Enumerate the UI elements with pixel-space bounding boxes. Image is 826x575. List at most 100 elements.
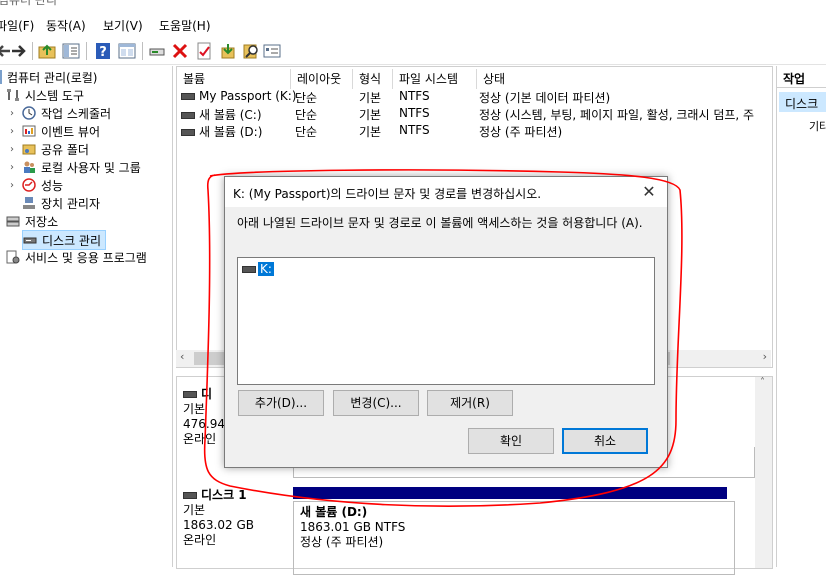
chevron-right-icon[interactable]: ›: [10, 144, 20, 155]
column-header-filesystem[interactable]: 파일 시스템: [393, 69, 477, 89]
cancel-button[interactable]: 취소: [562, 428, 648, 454]
partition-status: 정상 (주 파티션): [300, 535, 384, 549]
volume-type: 기본: [359, 125, 382, 139]
toolbar-separator: [142, 42, 143, 60]
tree-item-local-users[interactable]: › 로컬 사용자 및 그룹: [10, 158, 141, 176]
services-icon: [6, 250, 20, 264]
chevron-right-icon[interactable]: ›: [10, 162, 20, 173]
scroll-right-icon[interactable]: ›: [763, 350, 767, 363]
partition-header-bar: [293, 487, 727, 499]
drive-path-list[interactable]: K:: [237, 257, 655, 385]
disk-size: 476.94: [183, 417, 225, 431]
device-manager-icon: [23, 197, 35, 209]
list-item[interactable]: K:: [242, 262, 274, 276]
disk-state: 온라인: [183, 533, 217, 547]
chevron-right-icon[interactable]: ›: [10, 108, 20, 119]
tree-item-label: 작업 스케줄러: [41, 106, 112, 121]
list-item-label: K:: [258, 262, 274, 276]
shared-folder-icon: [22, 144, 36, 155]
view-icon[interactable]: [118, 42, 136, 60]
console-tree: 컴퓨터 관리(로컬) 시스템 도구 › 작업 스케줄러 › 이벤트 뷰어 › 공…: [0, 66, 173, 567]
actions-item-disk[interactable]: 디스크: [779, 92, 826, 112]
menu-file[interactable]: 파일(F): [0, 17, 34, 34]
disk-1-label[interactable]: 디스크 1 기본 1863.02 GB 온라인: [183, 488, 254, 548]
column-header-type[interactable]: 형식: [353, 69, 393, 89]
volume-fs: NTFS: [399, 123, 430, 137]
dialog-title: K: (My Passport)의 드라이브 문자 및 경로를 변경하십시오.: [233, 187, 542, 201]
ok-button[interactable]: 확인: [468, 428, 554, 454]
disk-name: 디스크 1: [201, 488, 247, 502]
settings-icon[interactable]: [263, 42, 281, 60]
table-row[interactable]: My Passport (K:) 단순 기본 NTFS 정상 (기본 데이터 파…: [181, 89, 771, 106]
volume-layout: 단순: [295, 108, 318, 122]
volume-name: 새 볼륨 (D:): [199, 125, 263, 139]
tree-item-event-viewer[interactable]: › 이벤트 뷰어: [10, 122, 100, 140]
tree-item-system-tools[interactable]: 시스템 도구: [6, 86, 84, 104]
change-drive-letter-dialog: K: (My Passport)의 드라이브 문자 및 경로를 변경하십시오. …: [224, 176, 668, 468]
menu-help[interactable]: 도움말(H): [159, 17, 211, 34]
scroll-left-icon[interactable]: ‹: [180, 350, 184, 363]
close-icon[interactable]: ✕: [637, 181, 661, 203]
volume-status: 정상 (주 파티션): [479, 125, 563, 139]
vertical-scrollbar[interactable]: ˄: [755, 377, 772, 568]
scroll-up-icon[interactable]: ˄: [760, 377, 765, 388]
tree-root[interactable]: 컴퓨터 관리(로컬): [0, 68, 97, 86]
tree-item-label: 이벤트 뷰어: [41, 124, 101, 139]
toolbar-separator: [32, 42, 33, 60]
column-header-status[interactable]: 상태: [477, 69, 772, 89]
dialog-titlebar: K: (My Passport)의 드라이브 문자 및 경로를 변경하십시오. …: [225, 177, 667, 207]
add-button[interactable]: 추가(D)...: [238, 390, 324, 416]
tree-item-storage[interactable]: 저장소: [6, 212, 58, 230]
help-icon[interactable]: ?: [94, 42, 112, 60]
tree-root-label: 컴퓨터 관리(로컬): [7, 70, 98, 85]
volume-fs: NTFS: [399, 106, 430, 120]
search-icon[interactable]: [242, 42, 260, 60]
tree-item-task-scheduler[interactable]: › 작업 스케줄러: [10, 104, 111, 122]
actions-item-more[interactable]: 기타: [809, 118, 826, 134]
tree-item-device-manager[interactable]: 장치 관리자: [22, 194, 100, 212]
properties-icon[interactable]: [195, 42, 213, 60]
table-row[interactable]: 새 볼륨 (C:) 단순 기본 NTFS 정상 (시스템, 부팅, 페이지 파일…: [181, 106, 771, 123]
partition-size: 1863.01 GB NTFS: [300, 520, 406, 534]
tree-item-label: 시스템 도구: [25, 88, 85, 103]
import-icon[interactable]: [219, 42, 237, 60]
window-titlebar: 컴퓨터 관리: [0, 0, 826, 8]
change-button[interactable]: 변경(C)...: [333, 390, 419, 416]
event-viewer-icon: [22, 125, 36, 137]
forward-arrow-icon[interactable]: [10, 42, 28, 60]
tree-item-disk-management[interactable]: 디스크 관리: [22, 230, 107, 250]
chevron-right-icon[interactable]: ›: [10, 180, 20, 191]
up-folder-icon[interactable]: [38, 42, 56, 60]
volume-name: My Passport (K:): [199, 89, 297, 103]
tree-item-label: 저장소: [25, 214, 59, 229]
table-row[interactable]: 새 볼륨 (D:) 단순 기본 NTFS 정상 (주 파티션): [181, 123, 771, 140]
storage-icon: [6, 216, 20, 227]
actions-header: 작업: [777, 66, 826, 88]
volume-name: 새 볼륨 (C:): [199, 108, 262, 122]
menu-action[interactable]: 동작(A): [46, 17, 86, 34]
chevron-right-icon[interactable]: ›: [10, 126, 20, 137]
remove-button[interactable]: 제거(R): [427, 390, 513, 416]
connect-drive-icon[interactable]: [148, 42, 166, 60]
console-tree-icon[interactable]: [62, 42, 80, 60]
volume-status: 정상 (시스템, 부팅, 페이지 파일, 활성, 크래시 덤프, 주: [479, 108, 755, 122]
toolbar: ?: [0, 38, 826, 65]
partition-d[interactable]: 새 볼륨 (D:) 1863.01 GB NTFS 정상 (주 파티션): [293, 501, 735, 575]
disk-state: 온라인: [183, 432, 217, 446]
delete-icon[interactable]: [171, 42, 189, 60]
dialog-description: 아래 나열된 드라이브 문자 및 경로로 이 볼륨에 액세스하는 것을 허용합니…: [237, 216, 643, 230]
clock-icon: [22, 106, 36, 120]
disk-size: 1863.02 GB: [183, 518, 254, 532]
column-header-volume[interactable]: 볼륨: [177, 69, 291, 89]
tree-item-label: 서비스 및 응용 프로그램: [25, 250, 147, 265]
tree-item-label: 디스크 관리: [42, 233, 102, 248]
column-header-layout[interactable]: 레이아웃: [291, 69, 353, 89]
performance-icon: [22, 178, 36, 192]
menu-view[interactable]: 보기(V): [103, 17, 143, 34]
tree-item-performance[interactable]: › 성능: [10, 176, 63, 194]
tree-item-label: 로컬 사용자 및 그룹: [41, 160, 141, 175]
volume-status: 정상 (기본 데이터 파티션): [479, 91, 611, 105]
tree-item-services[interactable]: 서비스 및 응용 프로그램: [6, 248, 147, 266]
tree-item-shared-folders[interactable]: › 공유 폴더: [10, 140, 89, 158]
disk-0-label[interactable]: 디 기본 476.94 온라인: [183, 387, 225, 447]
